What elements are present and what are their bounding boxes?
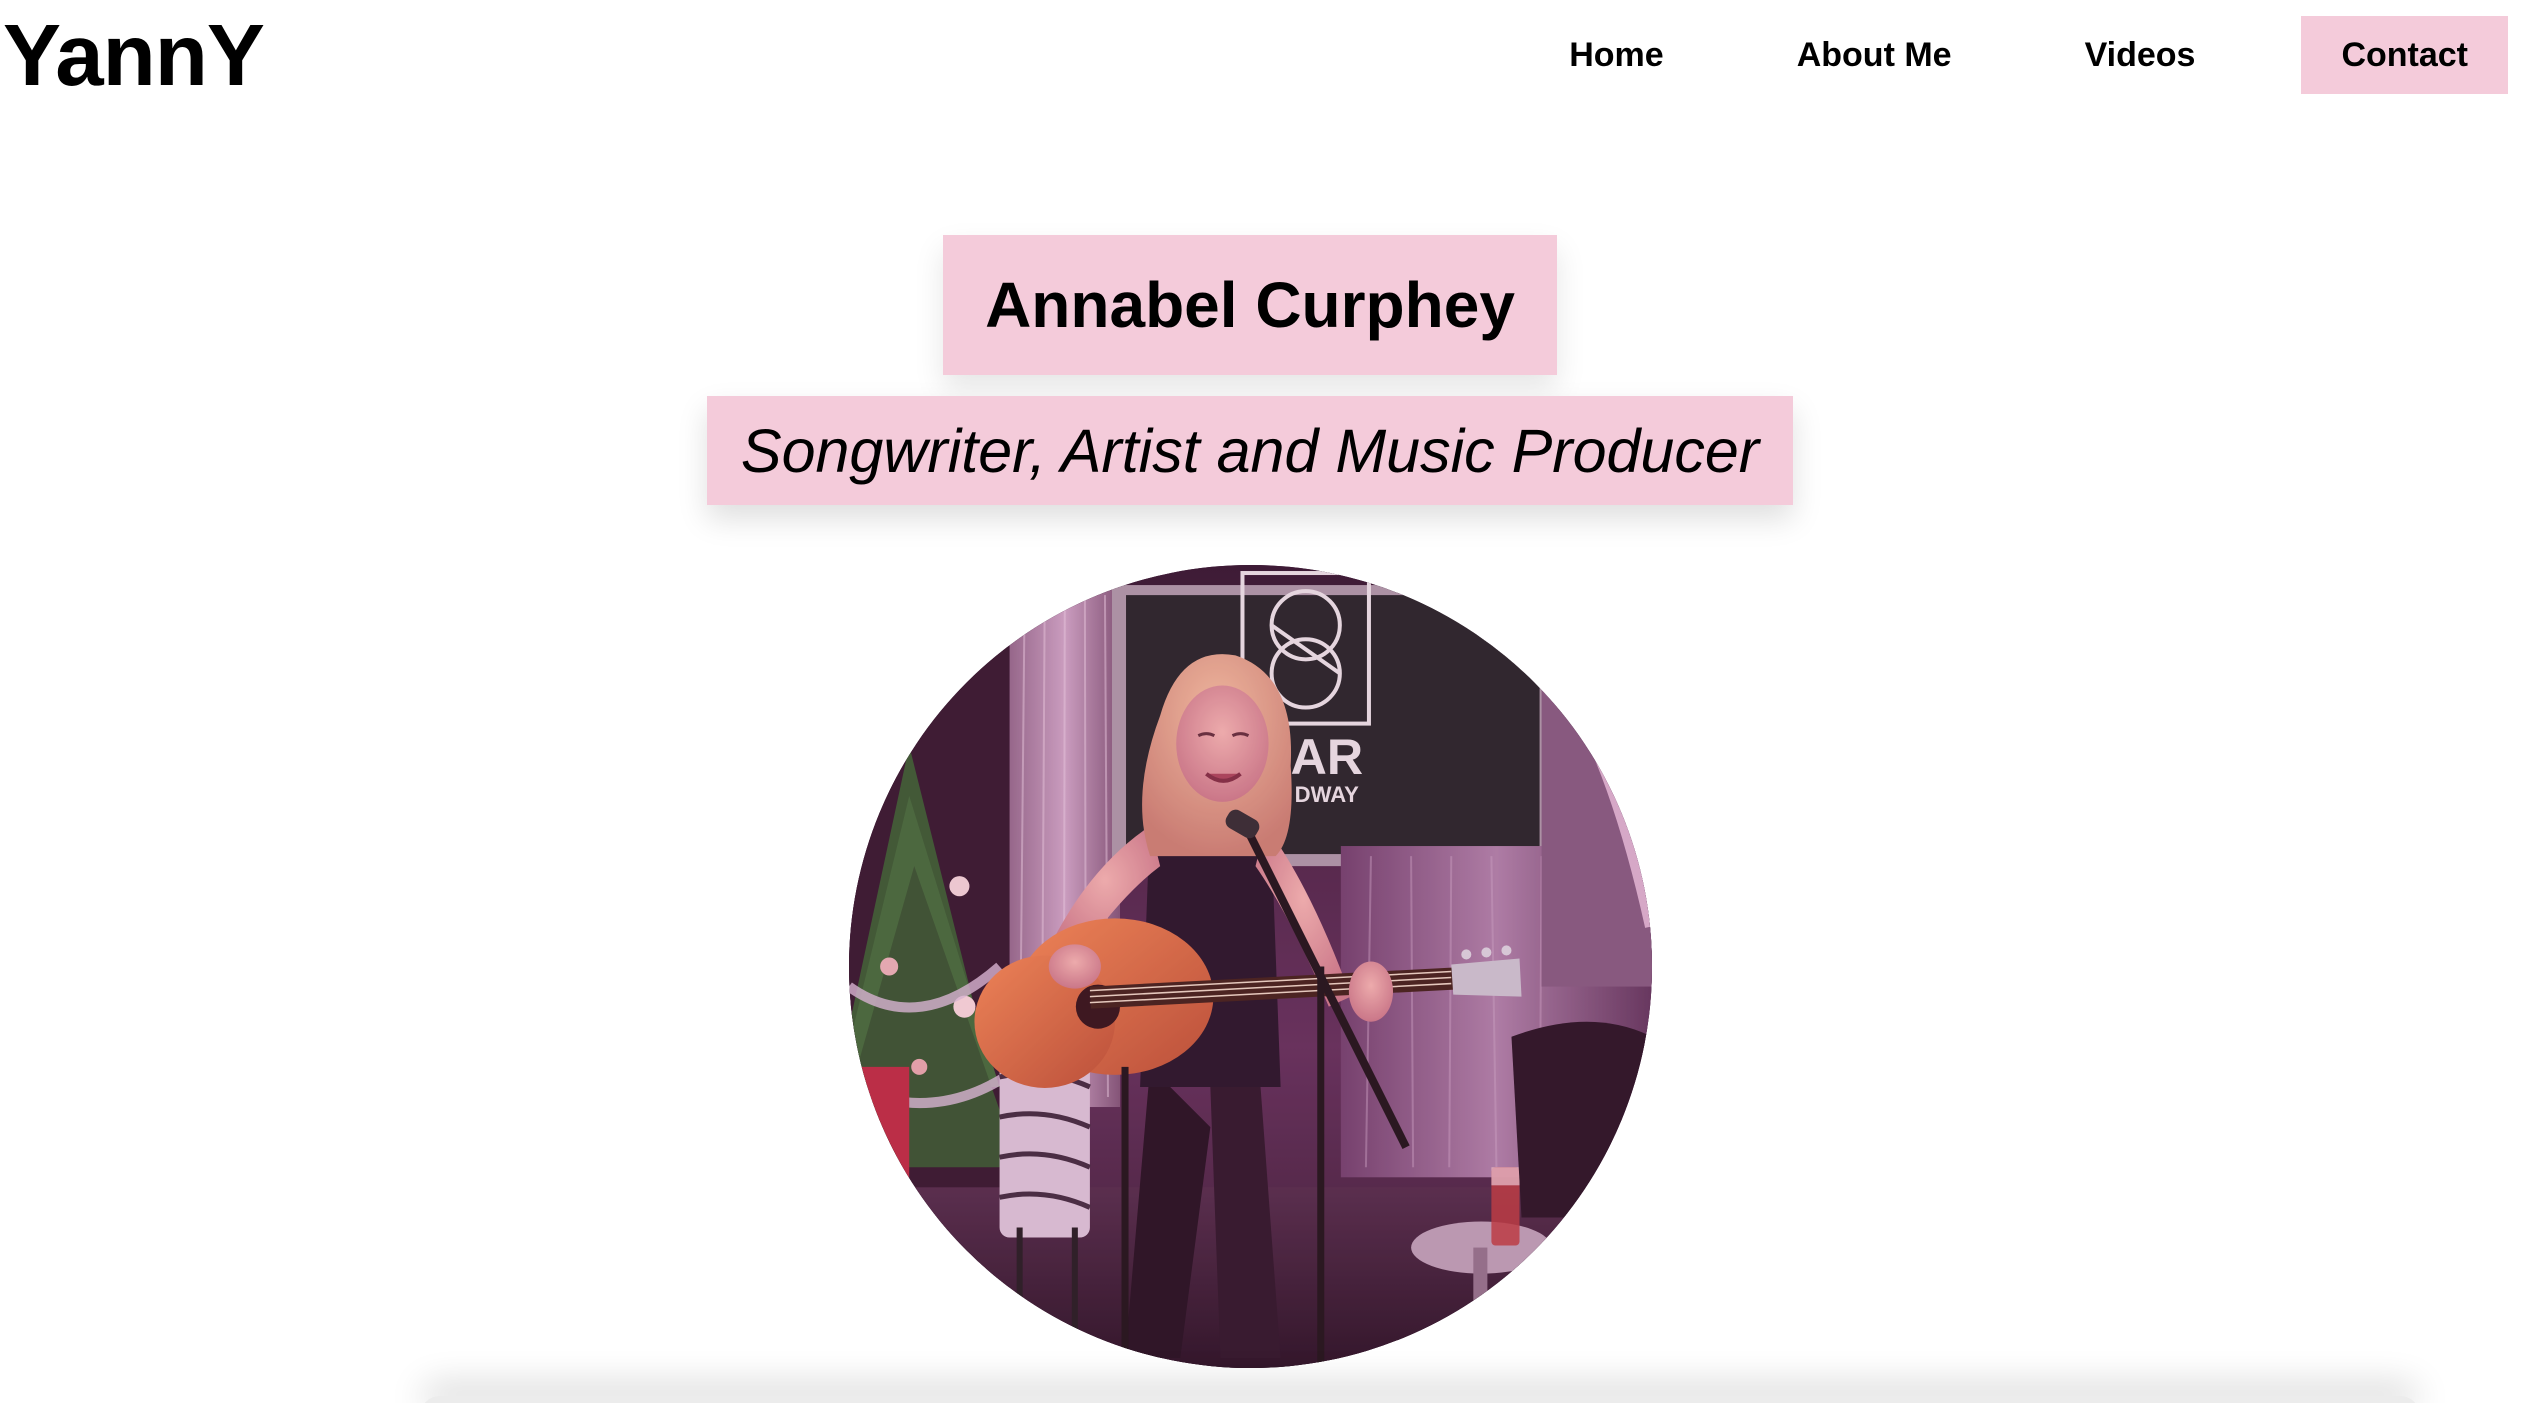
artist-name-banner: Annabel Curphey: [943, 235, 1557, 375]
tagline-banner: Songwriter, Artist and Music Producer: [707, 396, 1793, 505]
nav-contact[interactable]: Contact: [2301, 16, 2508, 94]
artist-photo: AR DWAY: [849, 565, 1652, 1368]
nav-videos[interactable]: Videos: [2045, 16, 2236, 94]
artist-tagline: Songwriter, Artist and Music Producer: [740, 416, 1760, 485]
next-section-edge: [420, 1396, 2420, 1403]
artist-name: Annabel Curphey: [985, 269, 1515, 341]
site-logo[interactable]: YannY: [3, 4, 265, 108]
nav-about-me[interactable]: About Me: [1757, 16, 1992, 94]
page: YannY Home About Me Videos Contact Annab…: [0, 0, 2522, 1403]
performance-photo-illustration: AR DWAY: [849, 565, 1652, 1368]
main-nav: Home About Me Videos Contact: [1476, 16, 2508, 94]
nav-home[interactable]: Home: [1529, 16, 1703, 94]
